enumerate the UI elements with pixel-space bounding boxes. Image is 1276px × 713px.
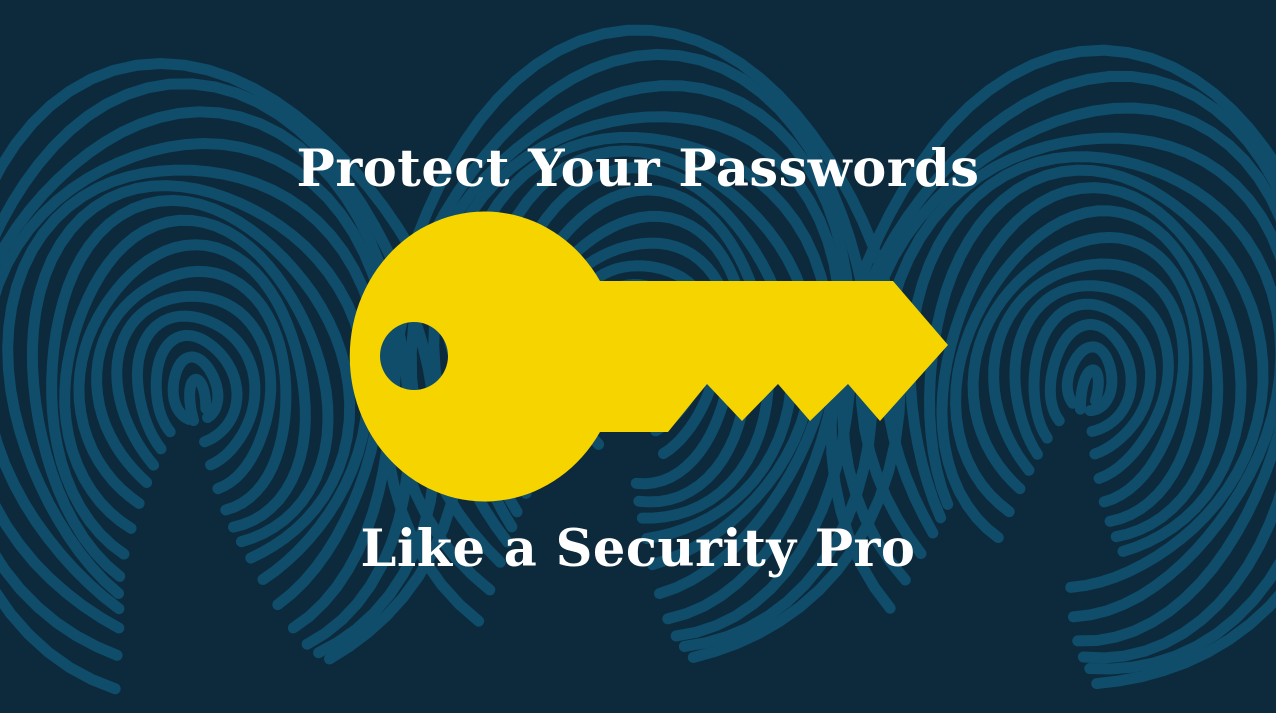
key-icon	[349, 211, 948, 502]
thumbnail-canvas: Protect Your Passwords Like a Security P…	[0, 0, 1276, 713]
headline-line-2: Like a Security Pro	[360, 519, 916, 579]
